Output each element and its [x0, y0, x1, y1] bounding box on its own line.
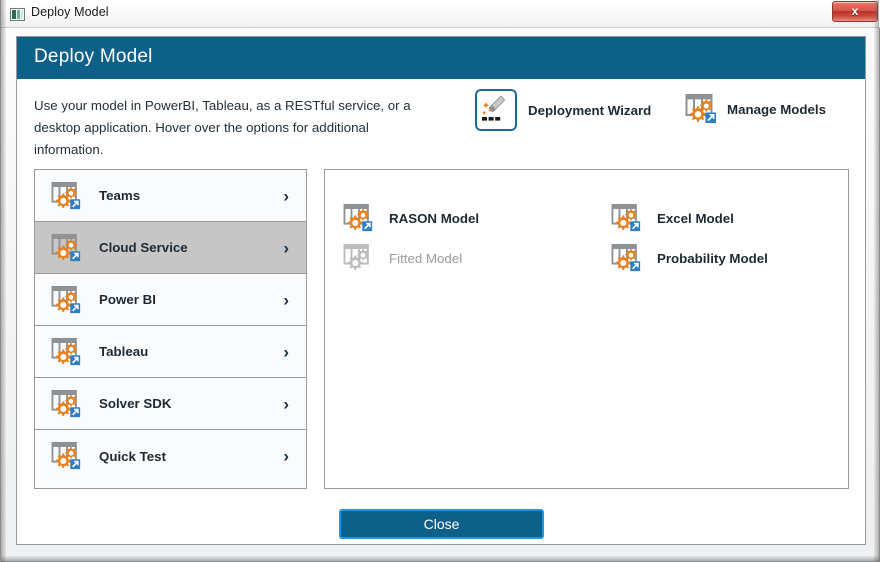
sidebar-item-solver-sdk[interactable]: Solver SDK ›: [35, 378, 306, 430]
table-gears-icon-disabled: [343, 243, 375, 273]
window-title: Deploy Model: [31, 5, 109, 19]
table-gears-link-icon: [611, 203, 643, 233]
app-icon: [10, 8, 25, 21]
deploy-model-dialog: Deploy Model Use your model in PowerBI, …: [16, 36, 866, 545]
options-left-column: RASON Model: [343, 198, 598, 278]
table-gears-link-icon: [51, 337, 83, 367]
sidebar-item-label: Teams: [99, 188, 140, 203]
table-gears-link-icon: [51, 233, 83, 263]
table-gears-link-icon: [611, 243, 643, 273]
chevron-right-icon: ›: [283, 187, 289, 204]
table-gears-link-icon: [685, 93, 719, 125]
sidebar-item-label: Tableau: [99, 344, 148, 359]
option-excel-model[interactable]: Excel Model: [611, 198, 841, 238]
sidebar-item-tableau[interactable]: Tableau ›: [35, 326, 306, 378]
chevron-right-icon: ›: [283, 448, 289, 465]
deploy-target-sidebar: Teams ›: [34, 169, 307, 489]
page-title: Deploy Model: [34, 46, 153, 68]
dialog-description: Use your model in PowerBI, Tableau, as a…: [34, 95, 434, 161]
chevron-right-icon: ›: [283, 395, 289, 412]
option-probability-model[interactable]: Probability Model: [611, 238, 841, 278]
table-gears-link-icon: [51, 285, 83, 315]
chevron-right-icon: ›: [283, 291, 289, 308]
option-label: RASON Model: [389, 211, 479, 226]
window-shadow-bottom: [1, 556, 880, 561]
window-shadow-left: [1, 0, 6, 562]
close-icon: x: [833, 4, 877, 18]
option-label: Fitted Model: [389, 251, 462, 266]
manage-models-label: Manage Models: [727, 102, 826, 117]
options-right-column: Excel Model: [611, 198, 841, 278]
window-close-button[interactable]: x: [832, 1, 878, 22]
table-gears-link-icon: [51, 181, 83, 211]
top-actions: Deployment Wizard: [457, 89, 857, 149]
table-gears-link-icon: [51, 389, 83, 419]
chevron-right-icon: ›: [283, 343, 289, 360]
sidebar-item-label: Power BI: [99, 292, 156, 307]
option-fitted-model: Fitted Model: [343, 238, 598, 278]
sidebar-item-label: Cloud Service: [99, 240, 188, 255]
option-label: Excel Model: [657, 211, 734, 226]
sidebar-item-label: Solver SDK: [99, 396, 171, 411]
manage-models-button[interactable]: Manage Models: [685, 93, 826, 125]
sidebar-item-label: Quick Test: [99, 449, 166, 464]
deployment-wizard-button[interactable]: Deployment Wizard: [475, 89, 651, 131]
sidebar-item-teams[interactable]: Teams ›: [35, 170, 306, 222]
close-button[interactable]: Close: [339, 509, 544, 539]
dialog-header: Deploy Model: [17, 37, 865, 79]
magic-wand-icon: [475, 89, 517, 131]
table-gears-link-icon: [51, 441, 83, 471]
sidebar-item-cloud-service[interactable]: Cloud Service ›: [35, 222, 306, 274]
panels-region: Teams ›: [34, 169, 849, 489]
os-window: Deploy Model x Deploy Model Use your mod…: [0, 0, 880, 562]
option-rason-model[interactable]: RASON Model: [343, 198, 598, 238]
window-titlebar: Deploy Model x: [1, 0, 880, 28]
sidebar-item-power-bi[interactable]: Power BI ›: [35, 274, 306, 326]
deployment-wizard-label: Deployment Wizard: [528, 103, 651, 118]
window-shadow-right: [874, 0, 879, 562]
chevron-right-icon: ›: [283, 239, 289, 256]
deploy-options-panel: RASON Model: [324, 169, 849, 489]
sidebar-item-quick-test[interactable]: Quick Test ›: [35, 430, 306, 482]
option-label: Probability Model: [657, 251, 768, 266]
table-gears-link-icon: [343, 203, 375, 233]
